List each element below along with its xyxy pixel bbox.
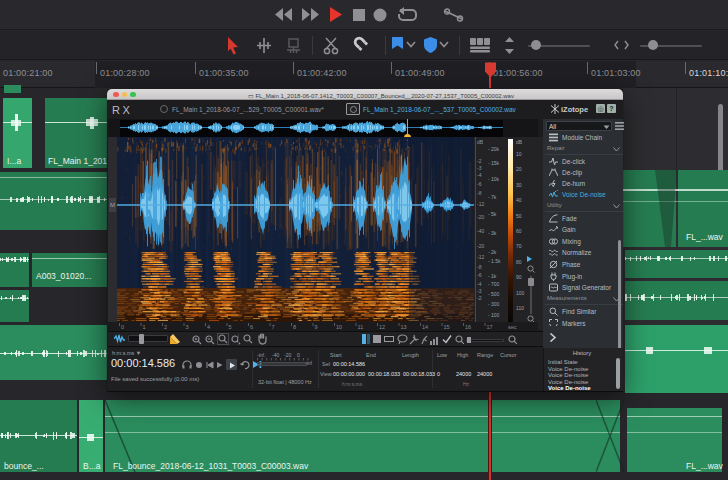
svg-text:0: 0 [121, 324, 124, 330]
svg-text:6: 6 [250, 324, 253, 330]
svg-text:14: 14 [422, 324, 428, 330]
svg-text:8: 8 [293, 324, 296, 330]
svg-text:2: 2 [164, 324, 167, 330]
svg-text:sec: sec [508, 324, 517, 330]
svg-text:9: 9 [315, 324, 318, 330]
svg-text:4: 4 [207, 324, 210, 330]
svg-text:3: 3 [186, 324, 189, 330]
svg-text:15: 15 [444, 324, 450, 330]
svg-text:12: 12 [379, 324, 385, 330]
svg-text:1: 1 [143, 324, 146, 330]
svg-text:10: 10 [336, 324, 342, 330]
svg-text:16: 16 [465, 324, 471, 330]
svg-text:11: 11 [358, 324, 364, 330]
svg-text:13: 13 [401, 324, 407, 330]
svg-text:17: 17 [487, 324, 493, 330]
svg-text:5: 5 [229, 324, 232, 330]
svg-text:7: 7 [272, 324, 275, 330]
